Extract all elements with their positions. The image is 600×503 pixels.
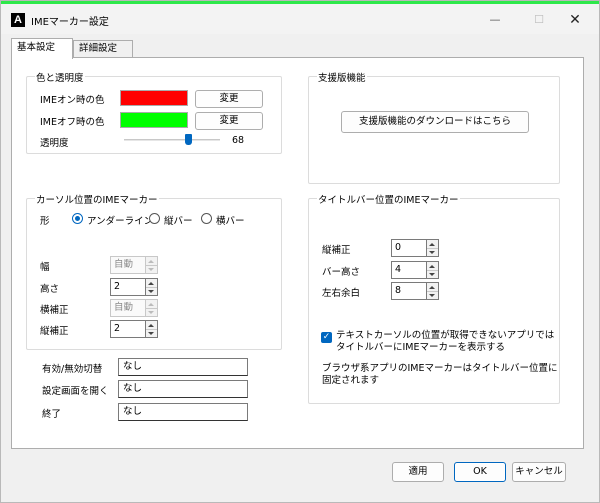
download-support-edition-button[interactable]: 支援版機能のダウンロードはこちら xyxy=(341,111,529,133)
spin-up-icon[interactable] xyxy=(429,243,435,246)
side-margin-value[interactable]: 8 xyxy=(391,282,427,300)
height-value[interactable]: 2 xyxy=(110,278,146,296)
spin-arrows xyxy=(146,256,158,274)
spin-down-icon[interactable] xyxy=(148,290,154,293)
spin-separator xyxy=(427,270,438,271)
spin-down-icon xyxy=(148,268,154,271)
spin-up-icon[interactable] xyxy=(429,286,435,289)
width-label: 幅 xyxy=(40,262,50,273)
toggle-hotkey-label: 有効/無効切替 xyxy=(42,364,103,375)
close-button[interactable]: ✕ xyxy=(555,8,595,32)
opacity-slider[interactable] xyxy=(124,133,220,147)
spin-down-icon[interactable] xyxy=(429,251,435,254)
support-edition-group: 支援版機能 支援版機能のダウンロードはこちら xyxy=(308,70,560,184)
window-title: IMEマーカー設定 xyxy=(31,17,109,28)
cancel-button[interactable]: キャンセル xyxy=(512,462,566,482)
spin-arrows[interactable] xyxy=(427,239,439,257)
checkbox-label-line2[interactable]: タイトルバーにIMEマーカーを表示する xyxy=(336,339,505,353)
minimize-button[interactable]: — xyxy=(475,8,515,32)
shape-horizontal-bar-radio[interactable] xyxy=(201,213,212,224)
app-icon: A xyxy=(11,13,25,27)
exit-hotkey-label: 終了 xyxy=(42,409,62,420)
open-settings-hotkey-field[interactable]: なし xyxy=(118,380,248,398)
group-title: カーソル位置のIMEマーカー xyxy=(35,192,159,206)
spin-arrows[interactable] xyxy=(146,320,158,338)
ime-off-color-label: IMEオフ時の色 xyxy=(40,117,105,128)
opacity-value: 68 xyxy=(232,135,245,146)
exit-hotkey-field[interactable]: なし xyxy=(118,403,248,421)
spin-down-icon[interactable] xyxy=(429,273,435,276)
slider-thumb[interactable] xyxy=(185,134,192,145)
spin-separator xyxy=(427,248,438,249)
spin-arrows[interactable] xyxy=(146,278,158,296)
title-bar[interactable]: A IMEマーカー設定 — ☐ ✕ xyxy=(1,4,599,34)
apply-button[interactable]: 適用 xyxy=(392,462,444,482)
spin-up-icon xyxy=(148,260,154,263)
shape-vertical-bar-radio[interactable] xyxy=(149,213,160,224)
shape-vertical-bar-label[interactable]: 縦バー xyxy=(164,213,193,227)
shape-label: 形 xyxy=(40,216,50,227)
tab-basic-settings[interactable]: 基本設定 xyxy=(11,38,73,59)
maximize-button[interactable]: ☐ xyxy=(519,8,559,32)
show-titlebar-marker-checkbox[interactable]: ✓ xyxy=(321,332,332,343)
ok-button[interactable]: OK xyxy=(454,462,506,482)
ime-on-color-swatch xyxy=(120,90,188,106)
spin-separator xyxy=(146,287,157,288)
spin-down-icon xyxy=(148,311,154,314)
slider-track xyxy=(124,139,220,141)
spin-separator xyxy=(146,308,157,309)
group-title: 色と透明度 xyxy=(35,70,85,84)
ime-off-color-swatch xyxy=(120,112,188,128)
titlebar-marker-group: タイトルバー位置のIMEマーカー 縦補正 0 バー高さ 4 左右余白 8 ✓ テ… xyxy=(308,192,560,404)
bar-height-value[interactable]: 4 xyxy=(391,261,427,279)
horizontal-offset-value: 自動 xyxy=(110,299,146,317)
spin-down-icon[interactable] xyxy=(148,332,154,335)
spin-up-icon[interactable] xyxy=(148,282,154,285)
spin-arrows[interactable] xyxy=(427,282,439,300)
height-label: 高さ xyxy=(40,284,60,295)
spin-up-icon[interactable] xyxy=(148,324,154,327)
open-settings-hotkey-label: 設定画面を開く xyxy=(42,386,109,397)
cursor-marker-group: カーソル位置のIMEマーカー 形 アンダーライン 縦バー 横バー 幅 自動 高さ… xyxy=(26,192,282,350)
browser-note-line2: 固定されます xyxy=(322,375,380,386)
spin-up-icon xyxy=(148,303,154,306)
vertical-offset-value[interactable]: 2 xyxy=(110,320,146,338)
spin-separator xyxy=(146,265,157,266)
opacity-label: 透明度 xyxy=(40,138,69,149)
horizontal-offset-label: 横補正 xyxy=(40,305,69,316)
tab-panel-basic: 色と透明度 IMEオン時の色 変更 IMEオフ時の色 変更 透明度 68 支援版… xyxy=(11,57,584,449)
settings-window: A IMEマーカー設定 — ☐ ✕ 基本設定 詳細設定 色と透明度 IMEオン時… xyxy=(0,0,600,503)
vertical-offset-label: 縦補正 xyxy=(40,326,69,337)
spin-arrows xyxy=(146,299,158,317)
side-margin-label: 左右余白 xyxy=(322,288,361,299)
shape-horizontal-bar-label[interactable]: 横バー xyxy=(216,213,245,227)
tab-advanced-settings[interactable]: 詳細設定 xyxy=(73,40,133,58)
shape-underline-radio[interactable] xyxy=(72,213,83,224)
spin-down-icon[interactable] xyxy=(429,294,435,297)
width-value: 自動 xyxy=(110,256,146,274)
toggle-hotkey-field[interactable]: なし xyxy=(118,358,248,376)
titlebar-vertical-offset-label: 縦補正 xyxy=(322,245,351,256)
group-title: タイトルバー位置のIMEマーカー xyxy=(317,192,460,206)
group-title: 支援版機能 xyxy=(317,70,367,84)
change-ime-on-color-button[interactable]: 変更 xyxy=(195,90,263,108)
change-ime-off-color-button[interactable]: 変更 xyxy=(195,112,263,130)
spin-separator xyxy=(146,329,157,330)
spin-separator xyxy=(427,291,438,292)
color-opacity-group: 色と透明度 IMEオン時の色 変更 IMEオフ時の色 変更 透明度 68 xyxy=(26,70,282,154)
spin-arrows[interactable] xyxy=(427,261,439,279)
bar-height-label: バー高さ xyxy=(322,267,361,278)
spin-up-icon[interactable] xyxy=(429,265,435,268)
ime-on-color-label: IMEオン時の色 xyxy=(40,95,105,106)
shape-underline-label[interactable]: アンダーライン xyxy=(87,213,153,227)
titlebar-vertical-offset-value[interactable]: 0 xyxy=(391,239,427,257)
